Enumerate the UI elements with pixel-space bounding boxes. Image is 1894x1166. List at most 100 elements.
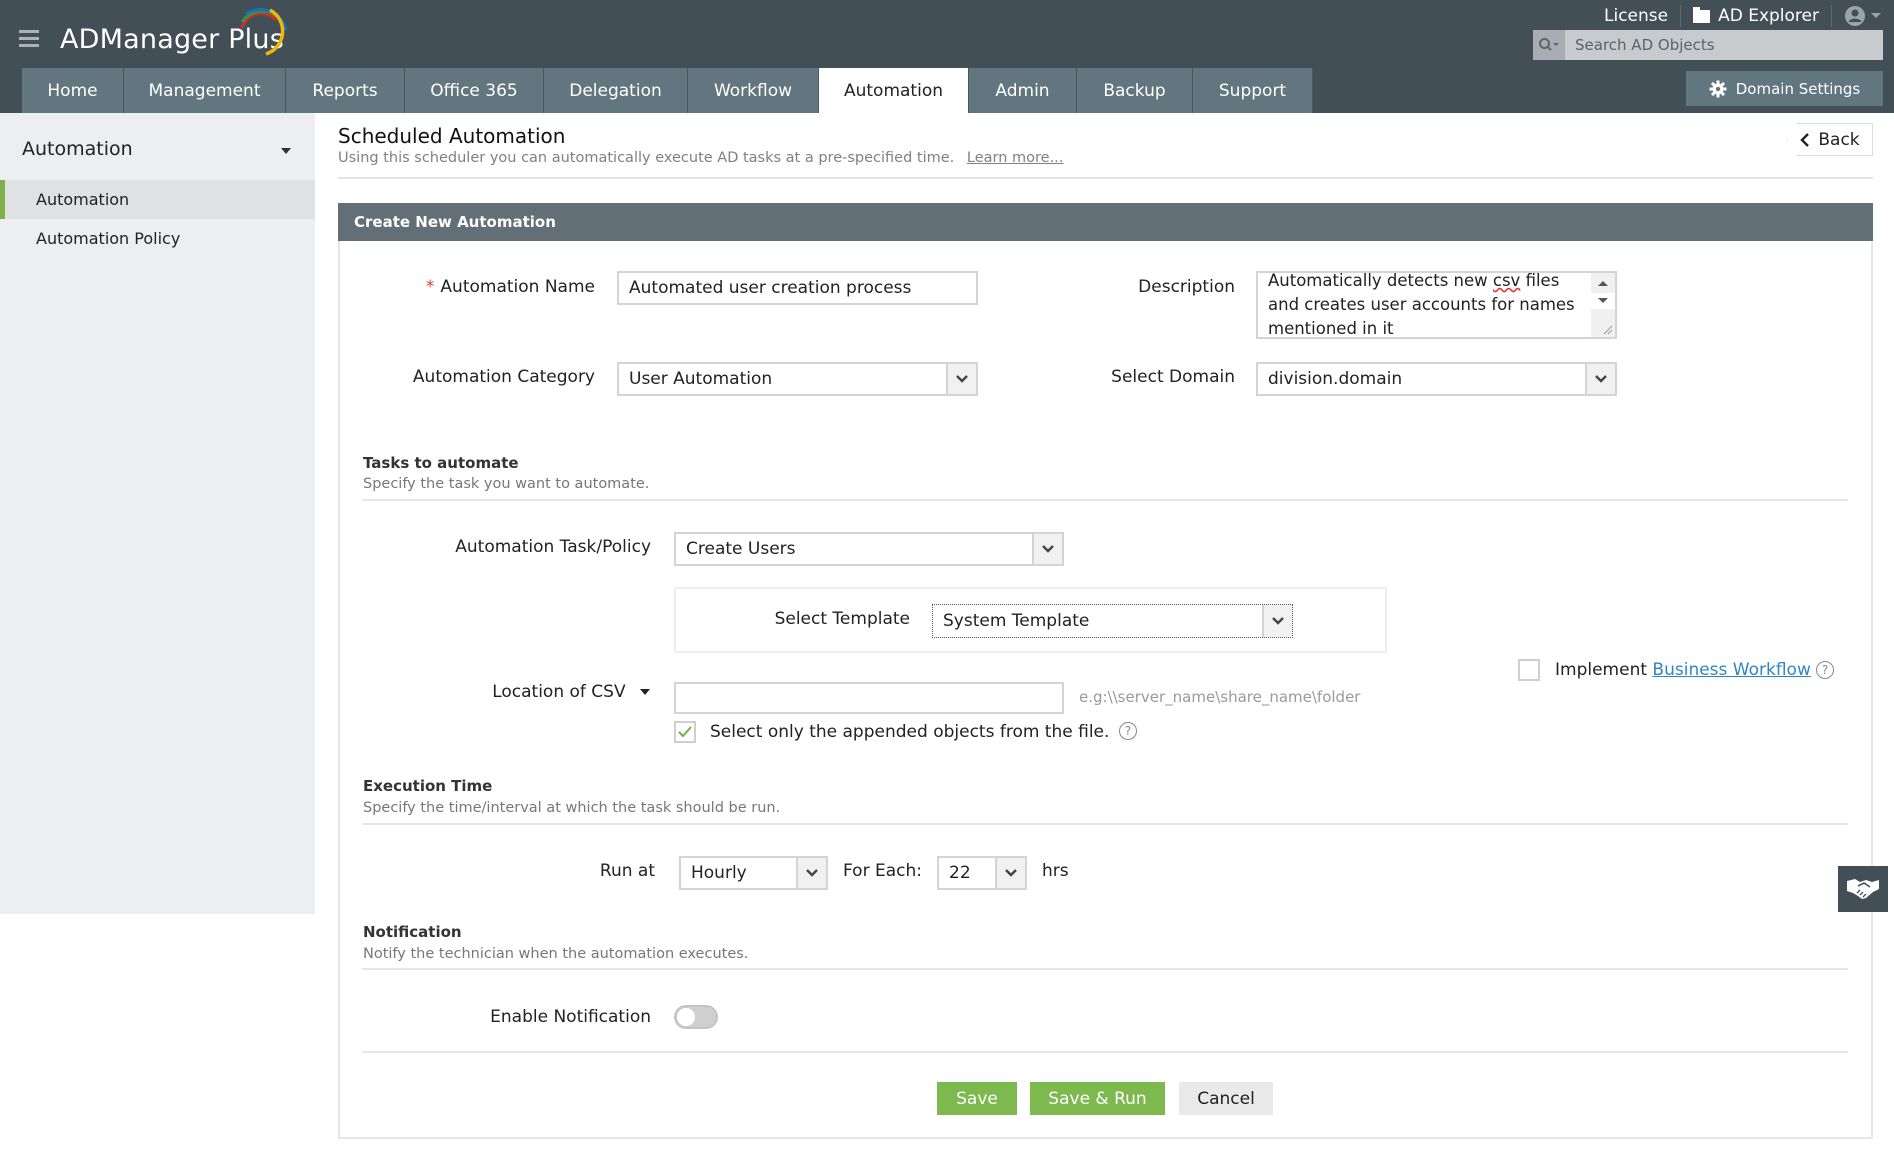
tab-automation[interactable]: Automation (819, 68, 969, 113)
tasks-section-subtitle: Specify the task you want to automate. (363, 476, 650, 492)
scroll-up-icon[interactable] (1591, 275, 1615, 291)
execution-section-title: Execution Time (363, 777, 493, 795)
sidebar: Automation Automation Automation Policy (0, 113, 315, 914)
automation-category-label: Automation Category (412, 367, 595, 387)
enable-notification-toggle[interactable] (674, 1005, 718, 1029)
ad-explorer-label: AD Explorer (1718, 6, 1819, 26)
page-title: Scheduled Automation (338, 124, 566, 148)
learn-more-link[interactable]: Learn more... (967, 150, 1064, 166)
checkmark-icon (678, 726, 692, 738)
csv-location-label[interactable]: Location of CSV (492, 682, 651, 702)
workflow-prefix: Implement (1555, 660, 1648, 680)
description-line-1: Automatically detects new csv files (1268, 271, 1581, 293)
automation-name-label: * Automation Name (426, 277, 595, 297)
hamburger-menu-icon[interactable] (19, 30, 39, 47)
partner-support-button[interactable] (1838, 866, 1888, 912)
tab-backup[interactable]: Backup (1077, 68, 1193, 113)
chevron-left-icon (1800, 132, 1810, 147)
resize-handle-icon[interactable] (1601, 323, 1613, 335)
business-workflow-label: Implement Business Workflow (1555, 660, 1811, 680)
automation-category-select[interactable]: User Automation (617, 362, 978, 396)
save-and-run-button[interactable]: Save & Run (1030, 1082, 1165, 1115)
chevron-down-icon (995, 858, 1025, 888)
scroll-down-icon[interactable] (1591, 293, 1615, 309)
tab-management[interactable]: Management (124, 68, 286, 113)
description-textarea[interactable]: Automatically detects new csv files and … (1256, 271, 1617, 339)
chevron-down-icon (796, 858, 826, 888)
domain-settings-label: Domain Settings (1735, 79, 1861, 98)
page-subtitle: Using this scheduler you can automatical… (338, 150, 1063, 166)
description-label: Description (1138, 277, 1235, 297)
template-select[interactable]: System Template (932, 604, 1293, 638)
tab-support[interactable]: Support (1193, 68, 1313, 113)
automation-task-value: Create Users (686, 539, 796, 559)
domain-settings-button[interactable]: Domain Settings (1686, 71, 1883, 106)
domain-select[interactable]: division.domain (1256, 362, 1617, 396)
appended-objects-label: Select only the appended objects from th… (710, 722, 1110, 742)
description-text: Automatically detects new (1268, 271, 1493, 290)
run-at-select[interactable]: Hourly (679, 856, 828, 890)
notification-section-subtitle: Notify the technician when the automatio… (363, 946, 749, 962)
appended-objects-checkbox[interactable] (674, 721, 696, 743)
divider (362, 823, 1848, 825)
gear-icon (1709, 80, 1727, 97)
ad-explorer-link[interactable]: AD Explorer (1693, 6, 1819, 26)
chevron-down-icon (1585, 364, 1615, 394)
description-line-2: and creates user accounts for names (1268, 295, 1575, 314)
caret-down-icon (640, 689, 650, 695)
search-input[interactable] (1565, 36, 1875, 54)
tab-office-365[interactable]: Office 365 (405, 68, 544, 113)
tab-workflow[interactable]: Workflow (688, 68, 819, 113)
license-link[interactable]: License (1604, 6, 1668, 26)
sidebar-item-automation[interactable]: Automation (0, 180, 315, 219)
search-options-button[interactable] (1533, 30, 1565, 60)
description-line-3: mentioned in it (1268, 319, 1394, 338)
caret-down-icon[interactable] (281, 148, 291, 154)
user-menu[interactable] (1844, 5, 1882, 27)
tasks-section-title: Tasks to automate (363, 454, 519, 472)
select-template-label: Select Template (774, 609, 910, 629)
tab-home[interactable]: Home (22, 68, 124, 113)
automation-name-input[interactable]: Automated user creation process (617, 271, 978, 305)
tab-admin[interactable]: Admin (969, 68, 1077, 113)
sidebar-item-automation-policy[interactable]: Automation Policy (0, 219, 315, 258)
cancel-button[interactable]: Cancel (1179, 1082, 1273, 1115)
divider (362, 1051, 1848, 1053)
hours-unit-label: hrs (1042, 861, 1069, 881)
sidebar-title[interactable]: Automation (22, 138, 133, 160)
chevron-down-icon (1871, 13, 1881, 18)
select-domain-label: Select Domain (1111, 367, 1235, 387)
toggle-knob (677, 1008, 695, 1026)
tab-reports[interactable]: Reports (286, 68, 405, 113)
run-at-label: Run at (599, 861, 655, 881)
top-links: License AD Explorer (1604, 4, 1882, 28)
for-each-label: For Each: (843, 861, 922, 881)
divider (1831, 5, 1832, 27)
back-button[interactable]: Back (1787, 123, 1873, 156)
divider (362, 499, 1848, 501)
tab-delegation[interactable]: Delegation (544, 68, 688, 113)
help-icon[interactable]: ? (1119, 722, 1137, 740)
csv-location-input[interactable] (674, 682, 1064, 714)
textarea-scrollbar[interactable] (1591, 273, 1615, 337)
execution-section-subtitle: Specify the time/interval at which the t… (363, 800, 781, 816)
user-avatar-icon (1845, 6, 1865, 26)
for-each-select[interactable]: 22 (937, 856, 1027, 890)
automation-category-value: User Automation (629, 369, 773, 389)
panel-header: Create New Automation (338, 203, 1873, 241)
help-icon[interactable]: ? (1816, 661, 1834, 679)
business-workflow-link[interactable]: Business Workflow (1652, 660, 1810, 680)
notification-section-title: Notification (363, 923, 462, 941)
required-asterisk: * (425, 277, 435, 297)
csv-location-label-text: Location of CSV (492, 682, 626, 702)
template-value: System Template (943, 611, 1090, 631)
save-button[interactable]: Save (937, 1082, 1017, 1115)
divider (1680, 5, 1682, 27)
enable-notification-label: Enable Notification (490, 1007, 651, 1027)
main-nav-tabs: Home Management Reports Office 365 Deleg… (22, 68, 1313, 113)
automation-task-select[interactable]: Create Users (674, 532, 1064, 566)
run-at-value: Hourly (691, 863, 747, 883)
business-workflow-checkbox[interactable] (1518, 659, 1540, 681)
chevron-down-icon (946, 364, 976, 394)
for-each-value: 22 (949, 863, 971, 883)
